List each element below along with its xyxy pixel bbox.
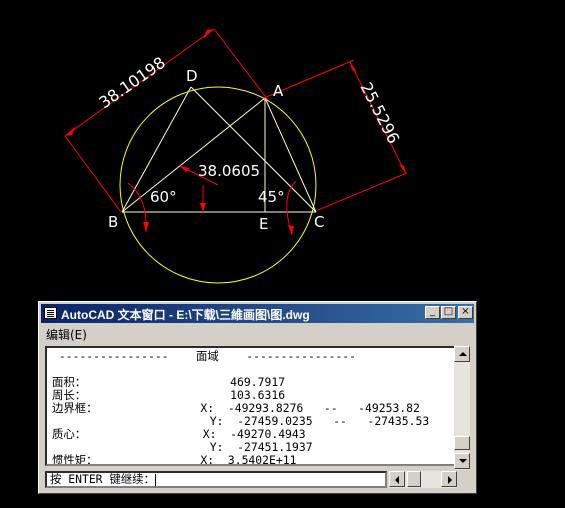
arrow-up-icon <box>459 352 467 356</box>
text-window-titlebar[interactable]: AutoCAD 文本窗口 - E:\下载\三維画图\图.dwg _ □ × <box>41 304 474 323</box>
menu-edit[interactable]: 编辑(E) <box>46 326 87 343</box>
arrow-right-icon <box>448 476 452 484</box>
scroll-right-button[interactable] <box>441 471 457 487</box>
command-line[interactable]: 按 ENTER 键继续： <box>45 471 387 488</box>
dim-radius: 38.0605 <box>198 162 260 180</box>
text-window-icon[interactable] <box>44 307 57 319</box>
arrow-left-icon <box>395 476 399 484</box>
scroll-down-button[interactable] <box>454 453 470 469</box>
hscroll-thumb[interactable] <box>407 471 421 487</box>
label-point-a: A <box>273 82 284 100</box>
text-cursor <box>154 473 156 486</box>
text-output-line: 惯性矩： X: 3.5402E+11 <box>52 453 297 466</box>
horizontal-scrollbar[interactable] <box>389 471 457 488</box>
vertical-scrollbar[interactable] <box>454 346 470 470</box>
label-point-e: E <box>259 215 268 233</box>
menu-bar: 编辑(E) <box>41 324 474 342</box>
command-prompt: 按 ENTER 键继续： <box>50 472 155 486</box>
text-window-title: AutoCAD 文本窗口 - E:\下载\三維画图\图.dwg <box>61 308 310 322</box>
dim-angle-b: 60° <box>150 188 177 206</box>
minimize-button[interactable]: _ <box>425 306 440 319</box>
text-output-area[interactable]: ---------------- 面域 ---------------- 面积：… <box>45 346 456 466</box>
label-point-c: C <box>314 213 324 231</box>
label-point-d: D <box>186 67 198 85</box>
arrow-down-icon <box>459 459 467 463</box>
text-output: ---------------- 面域 ---------------- 面积：… <box>47 348 454 466</box>
cad-drawing-area[interactable]: 38.10198 25.5296 38.0605 60° 45° B E C D… <box>0 0 565 300</box>
dim-angle-c: 45° <box>258 188 285 206</box>
text-output-line: ---------------- 面域 ---------------- <box>52 349 356 363</box>
scroll-thumb[interactable] <box>454 436 470 450</box>
label-point-b: B <box>108 213 118 231</box>
autocad-text-window[interactable]: AutoCAD 文本窗口 - E:\下载\三維画图\图.dwg _ □ × 编辑… <box>38 301 477 494</box>
scroll-left-button[interactable] <box>389 471 405 487</box>
close-button[interactable]: × <box>458 306 473 319</box>
scroll-up-button[interactable] <box>454 346 470 362</box>
maximize-button[interactable]: □ <box>441 306 456 319</box>
